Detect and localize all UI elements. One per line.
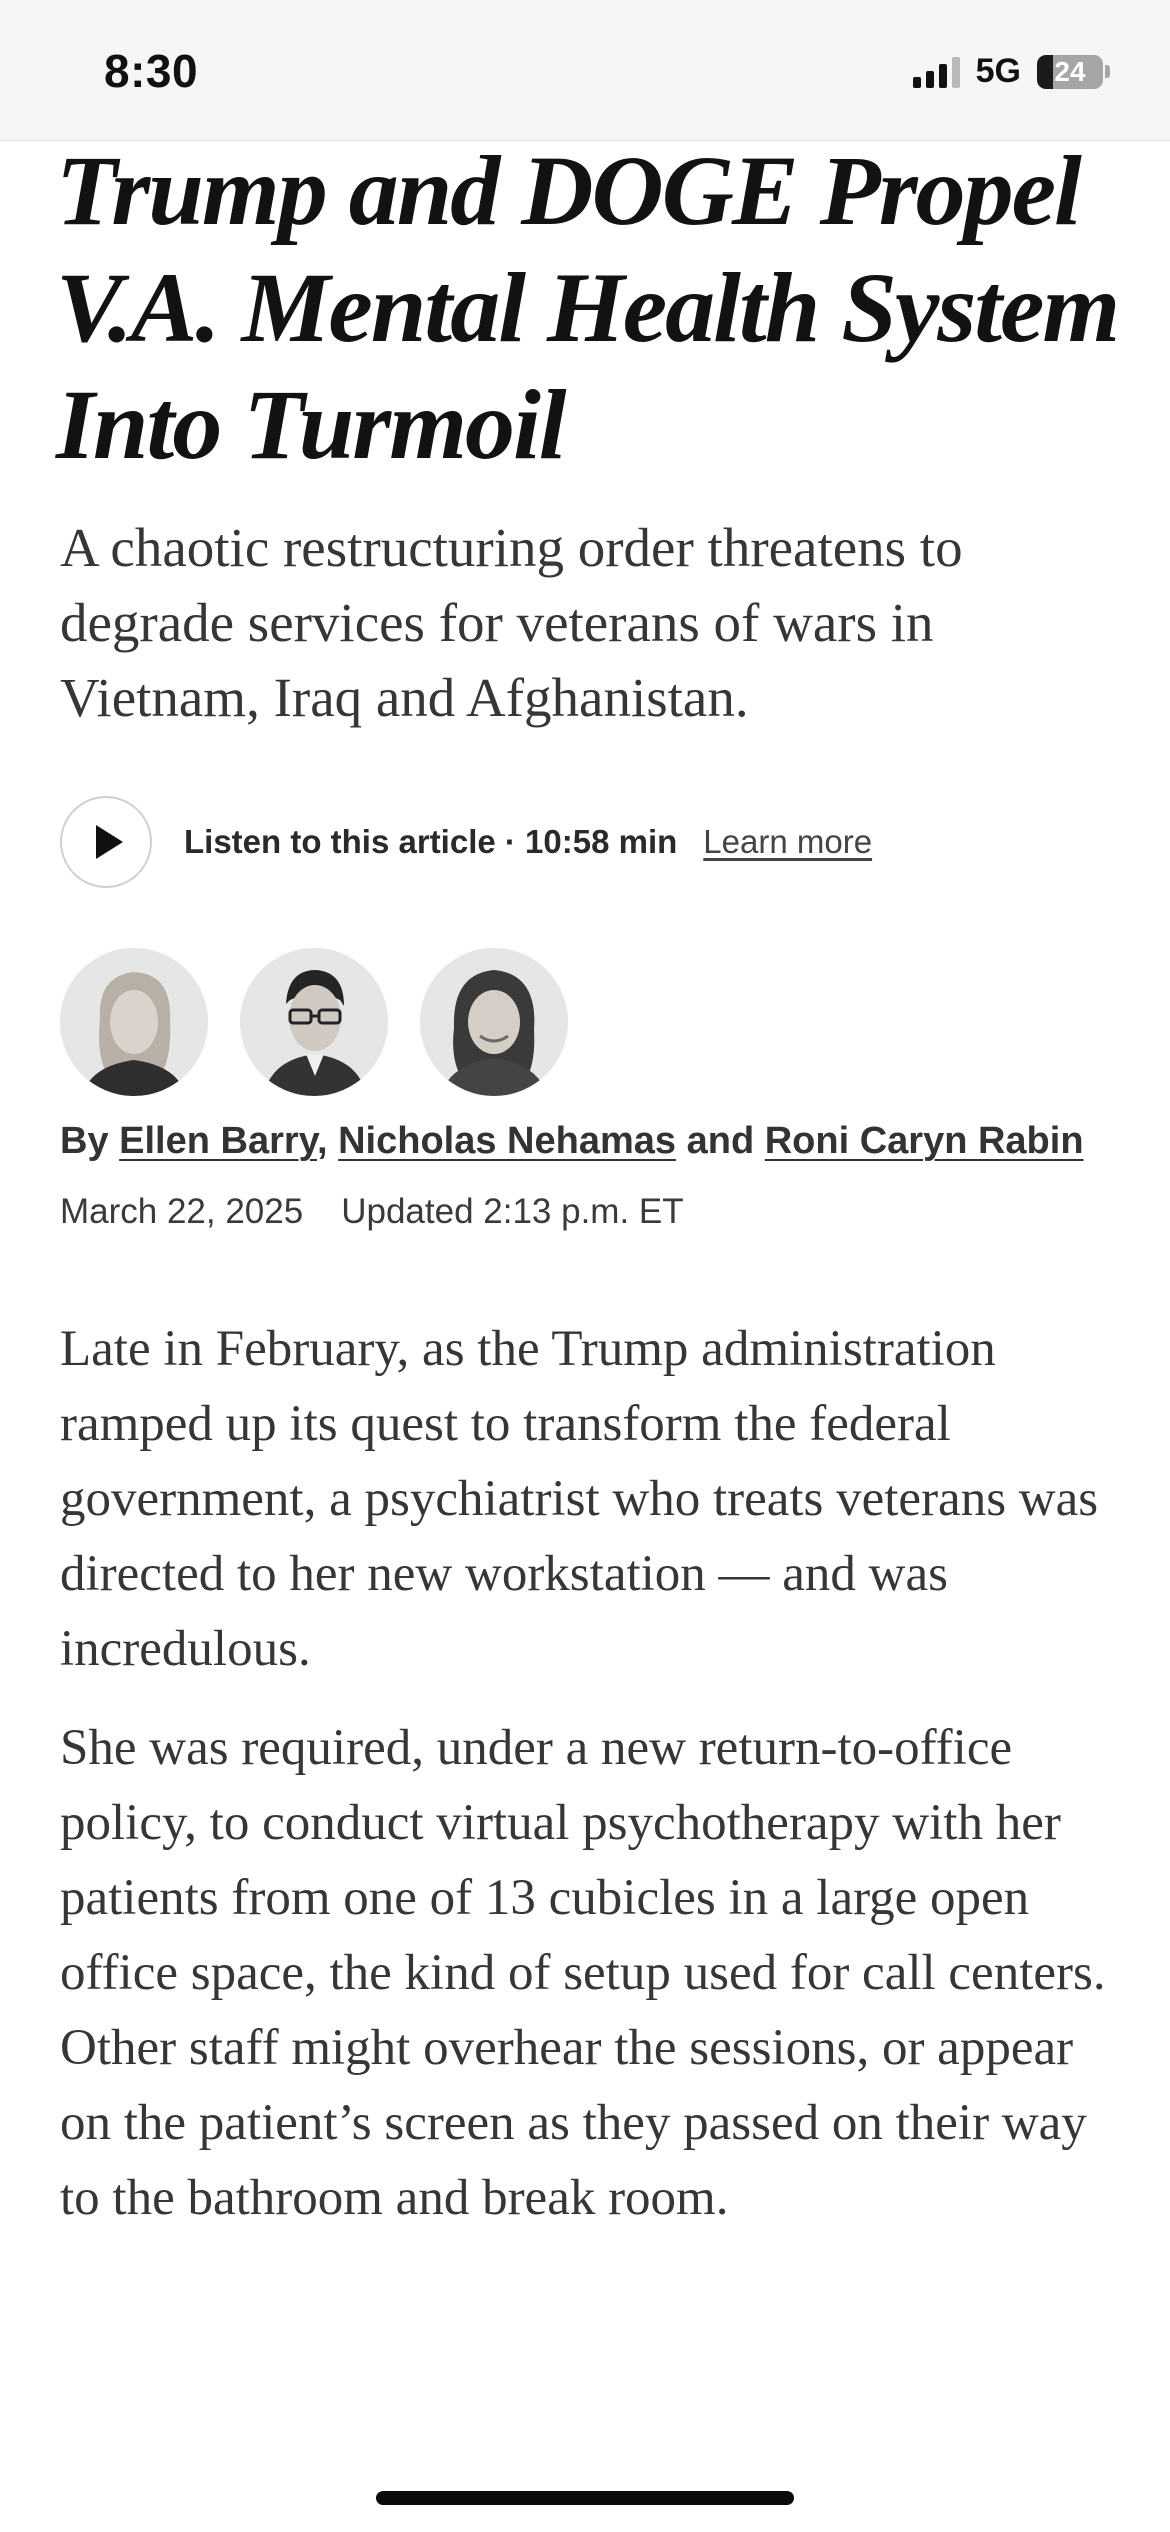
- battery-cap: [1105, 65, 1110, 78]
- author-link[interactable]: Roni Caryn Rabin: [765, 1120, 1084, 1162]
- avatar[interactable]: [60, 948, 208, 1096]
- battery-percent: 24: [1054, 55, 1086, 87]
- status-time: 8:30: [104, 45, 199, 97]
- avatar[interactable]: [240, 948, 388, 1096]
- body-paragraph: She was required, under a new return-to-…: [60, 1720, 1106, 2226]
- article-body: Late in February, as the Trump administr…: [60, 1312, 1120, 2260]
- author-photo-icon: [420, 948, 568, 1096]
- body-paragraph: Late in February, as the Trump administr…: [60, 1321, 1099, 1677]
- author-photo-icon: [240, 948, 388, 1096]
- battery-icon: 24: [1037, 54, 1103, 89]
- article-summary: A chaotic restructuring order threatens …: [60, 517, 963, 728]
- author-link[interactable]: Nicholas Nehamas: [338, 1120, 676, 1162]
- listen-to-article: Listen to this article · 10:58 min Learn…: [60, 794, 872, 890]
- network-type: 5G: [975, 52, 1021, 90]
- battery-fill: [1037, 54, 1053, 89]
- publish-date: March 22, 2025: [60, 1192, 304, 1231]
- avatar[interactable]: [420, 948, 568, 1096]
- byline-conjunction: and: [686, 1120, 755, 1162]
- byline-separator: ,: [316, 1120, 328, 1162]
- article-headline: Trump and DOGE Propel V.A. Mental Health…: [56, 135, 1120, 480]
- author-avatars: [60, 948, 568, 1096]
- play-button[interactable]: [60, 796, 152, 888]
- status-indicators: 5G 24: [912, 52, 1110, 91]
- author-photo-icon: [60, 948, 208, 1096]
- updated-time: Updated 2:13 p.m. ET: [341, 1192, 684, 1231]
- cellular-signal-icon: [912, 56, 960, 88]
- home-indicator[interactable]: [376, 2491, 794, 2505]
- author-link[interactable]: Ellen Barry: [119, 1120, 317, 1162]
- byline-prefix: By: [60, 1120, 109, 1162]
- dateline: March 22, 2025 Updated 2:13 p.m. ET: [60, 1192, 684, 1232]
- byline: By Ellen Barry, Nicholas Nehamas and Ron…: [60, 1120, 1084, 1163]
- learn-more-link[interactable]: Learn more: [703, 823, 872, 861]
- listen-label[interactable]: Listen to this article · 10:58 min: [184, 823, 677, 861]
- play-icon: [96, 825, 123, 859]
- status-bar: 8:30 5G 24: [0, 0, 1170, 141]
